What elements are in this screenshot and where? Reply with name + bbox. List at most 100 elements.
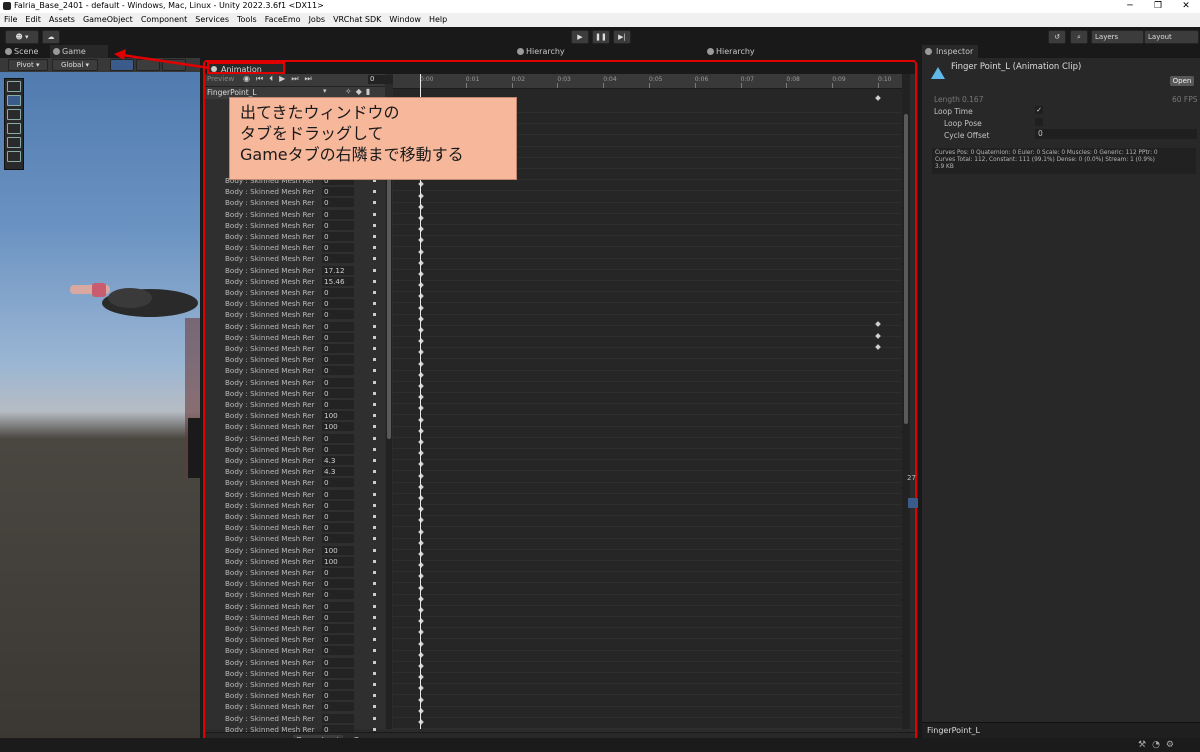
key-dash-icon[interactable] (373, 223, 376, 227)
timeline-row[interactable] (393, 527, 903, 539)
property-value[interactable]: 0 (322, 355, 354, 365)
key-dash-icon[interactable] (373, 638, 376, 642)
menu-gameobject[interactable]: GameObject (79, 13, 137, 27)
key-dash-icon[interactable] (373, 358, 376, 362)
property-row[interactable]: Body : Skinned Mesh Rer 0 (205, 567, 385, 578)
timeline-row[interactable] (393, 639, 903, 651)
property-row[interactable]: Body : Skinned Mesh Rer 0 (205, 522, 385, 533)
menu-assets[interactable]: Assets (45, 13, 79, 27)
property-value[interactable]: 0 (322, 702, 354, 712)
timeline-row[interactable] (393, 437, 903, 449)
menu-tools[interactable]: Tools (233, 13, 261, 27)
property-row[interactable]: Body : Skinned Mesh Rer 0 (205, 433, 385, 444)
key-dash-icon[interactable] (373, 571, 376, 574)
property-value[interactable]: 0 (322, 243, 354, 253)
menu-edit[interactable]: Edit (21, 13, 45, 27)
property-value[interactable]: 4.3 (322, 456, 354, 465)
preview-toggle[interactable]: Preview (207, 75, 234, 83)
menu-file[interactable]: File (0, 13, 21, 27)
timeline-row[interactable] (393, 459, 903, 472)
key-dash-icon[interactable] (373, 627, 376, 630)
menu-help[interactable]: Help (425, 13, 451, 27)
property-value[interactable]: 100 (322, 411, 354, 421)
search-icon[interactable]: ⌕ (1070, 30, 1088, 44)
tab-hierarchy-2[interactable]: Hierarchy (704, 45, 776, 58)
property-row[interactable]: Body : Skinned Mesh Rer 0 (205, 668, 385, 679)
property-row[interactable]: Body : Skinned Mesh Rer 100 (205, 421, 385, 432)
property-value[interactable]: 0 (322, 646, 354, 656)
tab-animation[interactable]: Animation (207, 62, 285, 74)
timeline-row[interactable] (393, 683, 903, 696)
key-dash-icon[interactable] (373, 324, 376, 328)
key-dash-icon[interactable] (373, 459, 376, 462)
global-dropdown[interactable]: Global ▾ (52, 59, 98, 71)
property-value[interactable]: 0 (322, 579, 354, 589)
property-value[interactable]: 4.3 (322, 467, 354, 477)
timeline-row[interactable] (393, 717, 903, 729)
property-row[interactable]: Body : Skinned Mesh Rer 0 (205, 332, 385, 343)
timeline-row[interactable] (393, 359, 903, 371)
menu-vrchat-sdk[interactable]: VRChat SDK (329, 13, 385, 27)
key-dash-icon[interactable] (373, 537, 376, 541)
timeline-row[interactable] (393, 571, 903, 584)
property-row[interactable]: Body : Skinned Mesh Rer 0 (205, 220, 385, 231)
keyframe-buttons[interactable]: ✧◆▮ (345, 87, 374, 96)
key-dash-icon[interactable] (373, 302, 376, 306)
key-dash-icon[interactable] (373, 660, 376, 664)
property-value[interactable]: 0 (322, 198, 354, 208)
transport-buttons[interactable]: ◉⏮⏴▶⏭⏭ (243, 74, 318, 84)
timeline-row[interactable] (393, 538, 903, 550)
timeline-row[interactable] (393, 403, 903, 416)
timeline-row[interactable] (393, 605, 903, 617)
timeline-row[interactable] (393, 661, 903, 673)
property-row[interactable]: Body : Skinned Mesh Rer 0 (205, 612, 385, 623)
property-row[interactable]: Body : Skinned Mesh Rer 0 (205, 623, 385, 634)
tab-game[interactable]: Game (50, 45, 108, 58)
property-row[interactable]: Body : Skinned Mesh Rer 100 (205, 410, 385, 421)
history-icon[interactable]: ↺ (1048, 30, 1066, 44)
property-value[interactable]: 0 (322, 310, 354, 320)
property-value[interactable]: 0 (322, 568, 354, 577)
maximize-button[interactable]: ❐ (1144, 0, 1172, 13)
open-button[interactable]: Open (1170, 76, 1194, 86)
key-dash-icon[interactable] (373, 447, 376, 451)
key-dash-icon[interactable] (373, 347, 376, 350)
key-dash-icon[interactable] (373, 470, 376, 474)
property-row[interactable]: Body : Skinned Mesh Rer 0 (205, 365, 385, 376)
property-row[interactable]: Body : Skinned Mesh Rer 0 (205, 321, 385, 332)
timeline-row[interactable] (393, 695, 903, 707)
key-dash-icon[interactable] (373, 503, 376, 507)
property-row[interactable]: Body : Skinned Mesh Rer 0 (205, 186, 385, 197)
property-row[interactable]: Body : Skinned Mesh Rer 0 (205, 444, 385, 455)
property-row[interactable]: Body : Skinned Mesh Rer 0 (205, 679, 385, 690)
property-value[interactable]: 0 (322, 635, 354, 645)
pivot-dropdown[interactable]: Pivot ▾ (8, 59, 48, 71)
key-dash-icon[interactable] (373, 235, 376, 238)
property-value[interactable]: 100 (322, 545, 354, 555)
property-row[interactable]: Body : Skinned Mesh Rer 0 (205, 399, 385, 410)
property-row[interactable]: Body : Skinned Mesh Rer 0 (205, 209, 385, 220)
cycle-offset-field[interactable]: 0 (1035, 129, 1197, 139)
timeline-row[interactable] (393, 616, 903, 629)
property-row[interactable]: Body : Skinned Mesh Rer 0 (205, 489, 385, 500)
property-row[interactable]: Body : Skinned Mesh Rer 0 (205, 589, 385, 600)
property-value[interactable]: 0 (322, 209, 354, 219)
property-row[interactable]: Body : Skinned Mesh Rer 0 (205, 713, 385, 724)
property-value[interactable]: 17.12 (322, 265, 354, 275)
draw-mode-button[interactable] (162, 59, 186, 71)
timeline-row[interactable] (393, 213, 903, 225)
timeline-row[interactable] (393, 515, 903, 528)
key-dash-icon[interactable] (373, 604, 376, 608)
property-value[interactable]: 0 (322, 478, 354, 488)
property-value[interactable]: 0 (322, 220, 354, 230)
key-dash-icon[interactable] (373, 201, 376, 205)
property-row[interactable]: Body : Skinned Mesh Rer 0 (205, 511, 385, 522)
tab-scene[interactable]: Scene (2, 45, 54, 58)
key-dash-icon[interactable] (373, 727, 376, 731)
timeline-row[interactable] (393, 504, 903, 517)
key-dash-icon[interactable] (373, 212, 376, 216)
property-value[interactable]: 0 (322, 232, 354, 241)
timeline-row[interactable] (393, 258, 903, 270)
property-value[interactable]: 0 (322, 680, 354, 689)
property-value[interactable]: 0 (322, 601, 354, 611)
